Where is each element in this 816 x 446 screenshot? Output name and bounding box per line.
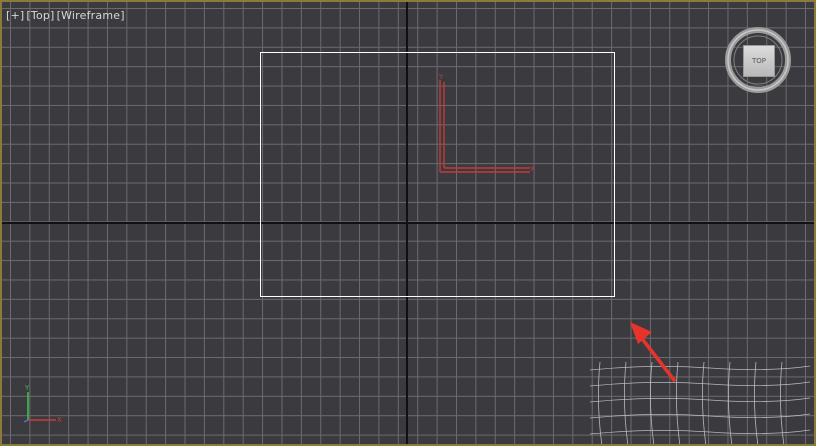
viewcube[interactable]: TOP <box>724 27 794 97</box>
corner-x-label: X <box>57 416 62 424</box>
top-viewport[interactable]: [+] [Top] [Wireframe] Y X TOP Y X <box>0 0 816 446</box>
transform-gizmo[interactable]: Y X <box>436 74 536 178</box>
annotation-arrow-icon <box>630 322 676 382</box>
gizmo-x-label: X <box>530 165 535 173</box>
viewport-shading-menu[interactable]: [Wireframe] <box>57 9 125 22</box>
viewport-plus-menu[interactable]: [+] <box>6 9 24 22</box>
viewport-view-menu[interactable]: [Top] <box>26 9 54 22</box>
world-axis-tripod-icon: Y X <box>23 384 62 424</box>
viewcube-face-label: TOP <box>751 57 766 65</box>
viewport-label-menu[interactable]: [+] [Top] [Wireframe] <box>6 9 127 22</box>
gizmo-y-label: Y <box>438 74 444 81</box>
corner-y-label: Y <box>24 384 30 392</box>
distorted-grid-area <box>590 362 810 444</box>
viewcube-top-face[interactable]: TOP <box>743 45 775 77</box>
